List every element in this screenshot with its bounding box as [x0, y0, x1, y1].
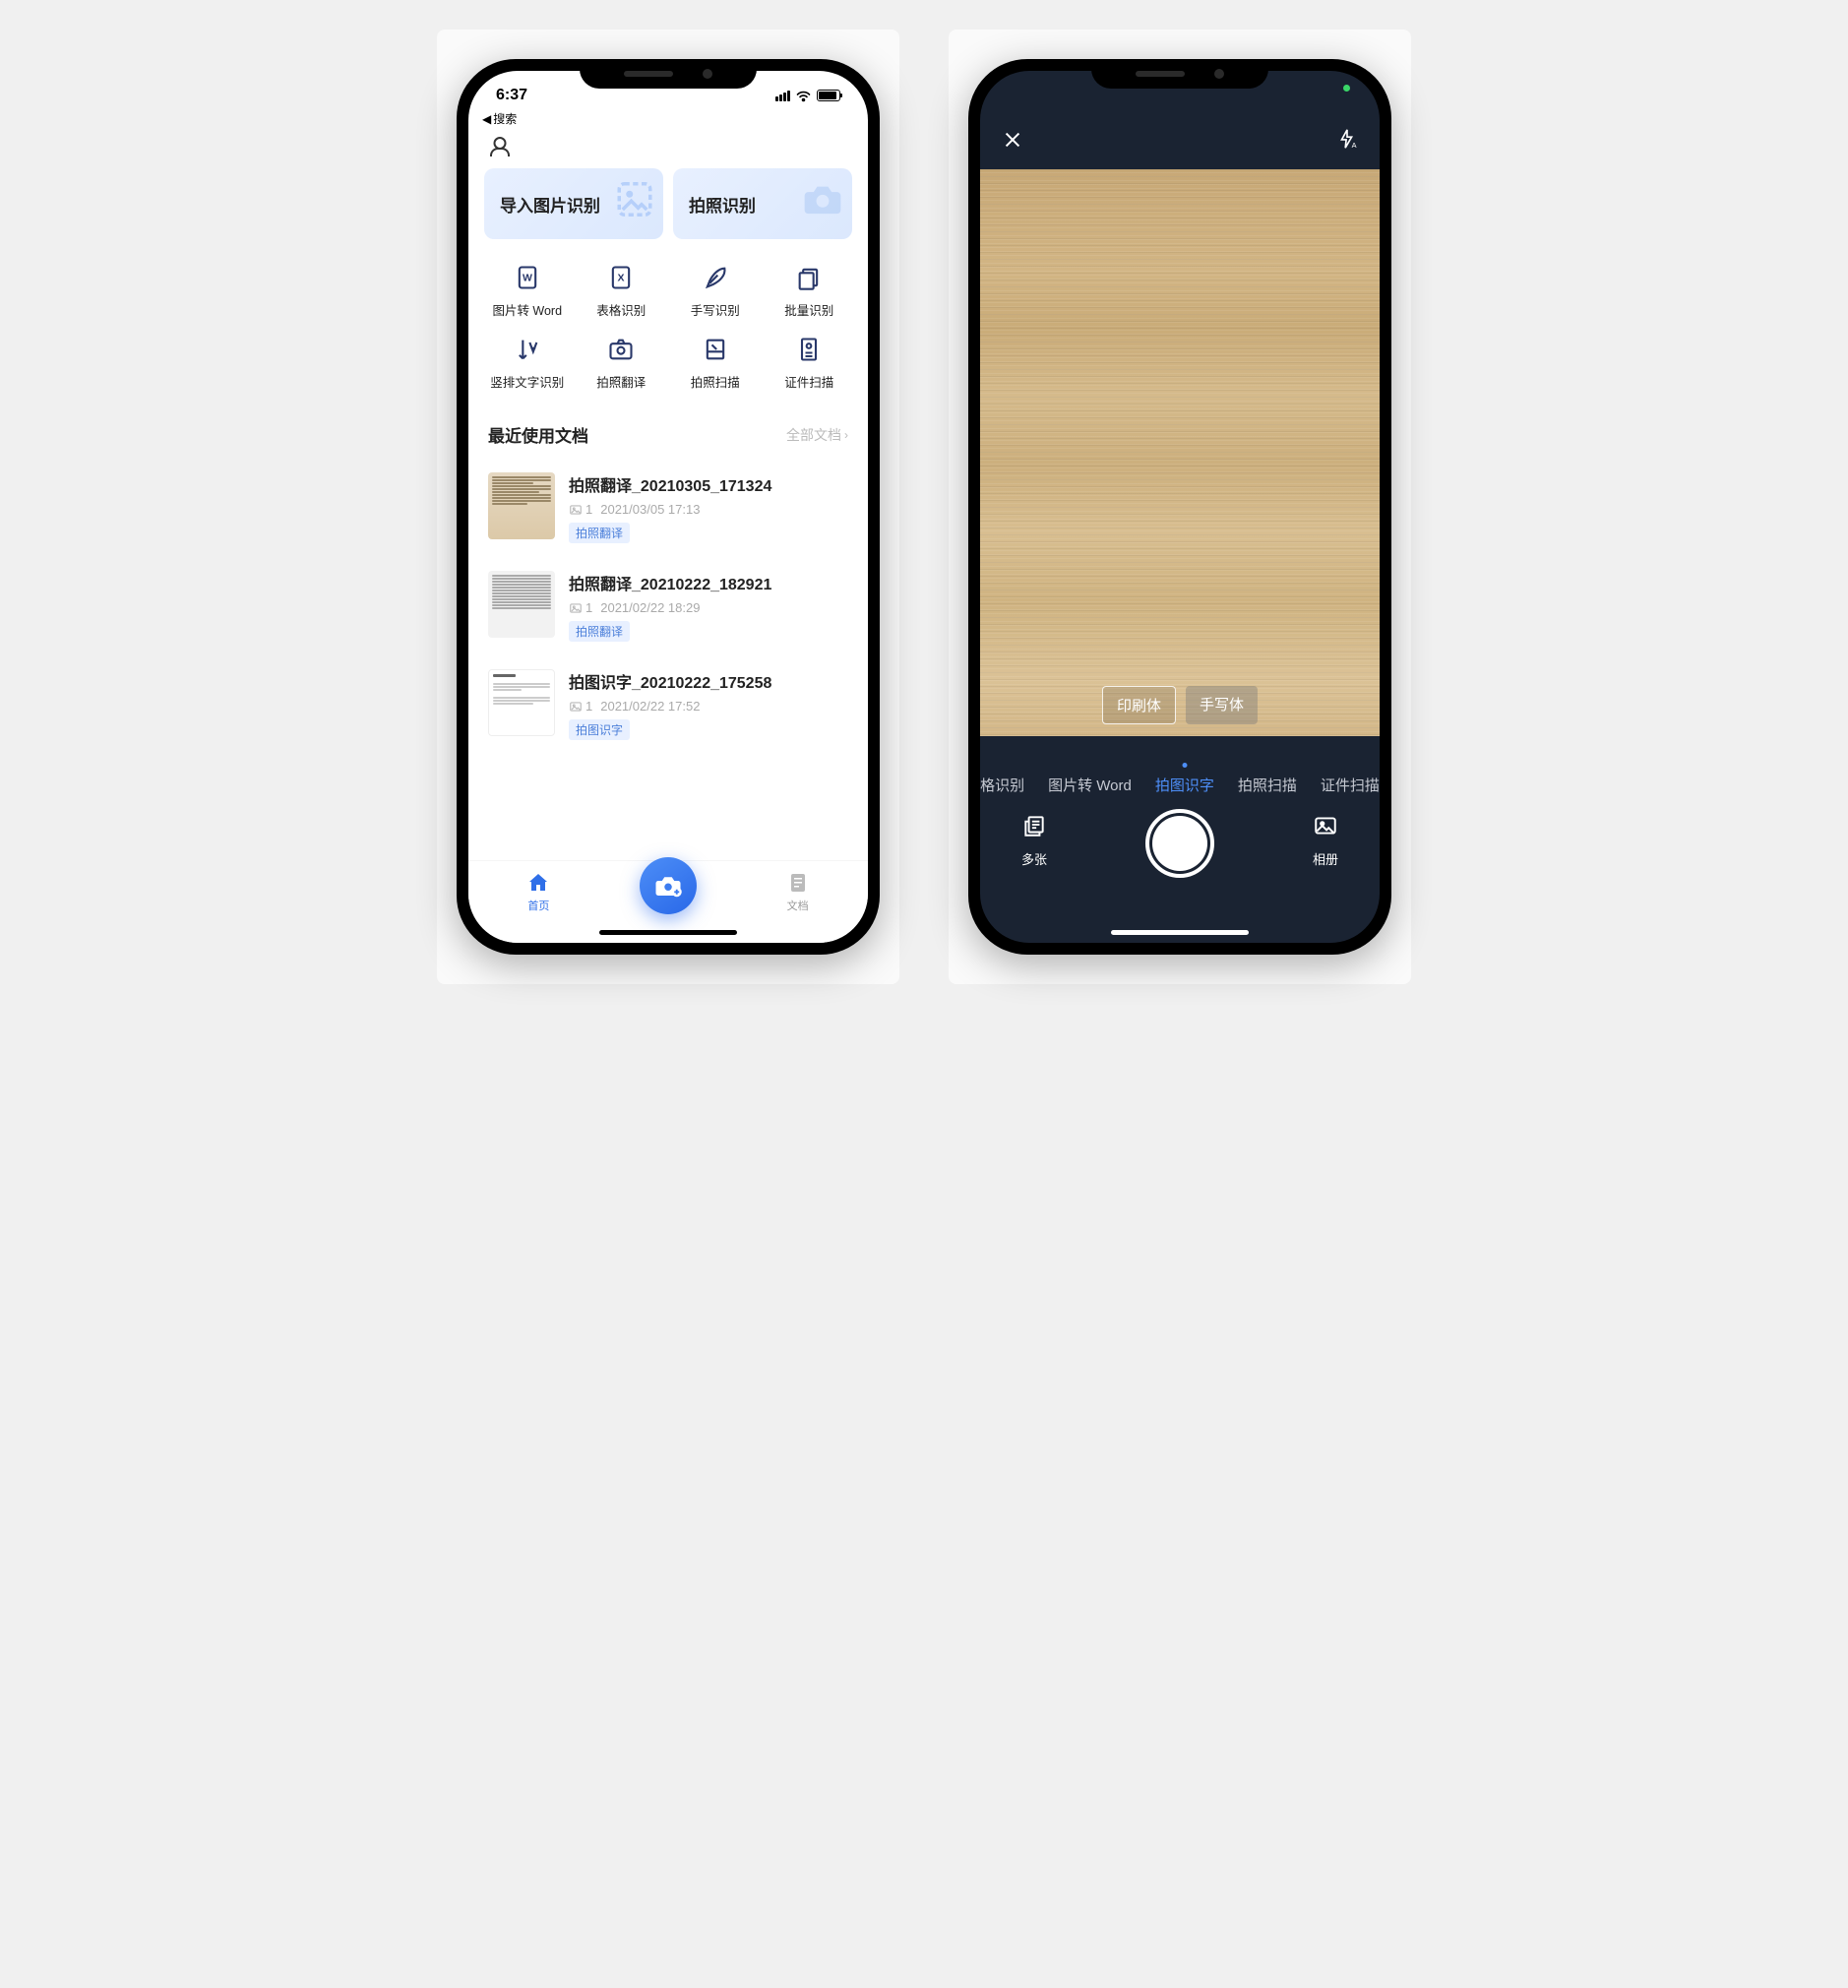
image-icon — [614, 179, 655, 229]
camera-viewfinder[interactable] — [980, 169, 1380, 736]
stack-icon — [794, 263, 824, 292]
doc-title: 拍照翻译_20210305_171324 — [569, 472, 848, 496]
doc-meta: 1 2021/02/22 18:29 — [569, 600, 848, 615]
doc-item[interactable]: 拍照翻译_20210222_182921 1 2021/02/22 18:29 … — [488, 559, 848, 657]
mode-selector[interactable]: 格识别 图片转 Word 拍图识字 拍照扫描 证件扫描 — [980, 757, 1380, 795]
doc-thumbnail — [488, 571, 555, 638]
table-doc-icon: X — [606, 263, 636, 292]
recent-docs-title: 最近使用文档 — [488, 422, 588, 447]
shutter-button[interactable] — [1145, 809, 1214, 878]
gallery-icon — [1313, 813, 1338, 843]
phone-home: 6:37 ◀ 搜索 导入图片识别 拍照识别 — [457, 59, 880, 955]
flash-icon: A — [1336, 127, 1358, 151]
feature-grid: W 图片转 Word X 表格识别 手写识别 批量识别 竖排文字识别 拍照翻 — [468, 255, 868, 416]
doc-item[interactable]: 拍图识字_20210222_175258 1 2021/02/22 17:52 … — [488, 657, 848, 756]
grid-vertical-text[interactable]: 竖排文字识别 — [480, 327, 575, 399]
doc-title: 拍图识字_20210222_175258 — [569, 669, 848, 693]
camera-active-indicator — [1343, 85, 1350, 92]
grid-photo-translate[interactable]: 拍照翻译 — [575, 327, 669, 399]
nav-docs[interactable]: 文档 — [759, 871, 837, 913]
text-type-segment: 印刷体 手写体 — [1102, 686, 1258, 724]
doc-meta: 1 2021/03/05 17:13 — [569, 502, 848, 517]
close-button[interactable] — [1002, 129, 1023, 155]
word-doc-icon: W — [513, 263, 542, 292]
close-icon — [1002, 129, 1023, 151]
flash-button[interactable]: A — [1336, 127, 1358, 155]
svg-text:A: A — [1352, 141, 1357, 150]
mode-ocr[interactable]: 拍图识字 — [1155, 775, 1214, 795]
docs-icon — [786, 871, 810, 895]
card-label: 导入图片识别 — [500, 192, 600, 217]
vertical-text-icon — [513, 335, 542, 364]
wifi-icon — [795, 90, 812, 102]
doc-tag: 拍照翻译 — [569, 621, 630, 642]
doc-item[interactable]: 拍照翻译_20210305_171324 1 2021/03/05 17:13 … — [488, 461, 848, 559]
segment-printed[interactable]: 印刷体 — [1102, 686, 1176, 724]
doc-tag: 拍照翻译 — [569, 523, 630, 543]
mode-table[interactable]: 格识别 — [980, 775, 1024, 795]
album-button[interactable]: 相册 — [1313, 813, 1338, 868]
grid-batch[interactable]: 批量识别 — [763, 255, 857, 327]
segment-handwritten[interactable]: 手写体 — [1186, 686, 1258, 724]
breadcrumb-back[interactable]: ◀ 搜索 — [468, 110, 868, 127]
chevron-left-icon: ◀ — [482, 112, 491, 126]
doc-title: 拍照翻译_20210222_182921 — [569, 571, 848, 594]
doc-list: 拍照翻译_20210305_171324 1 2021/03/05 17:13 … — [468, 461, 868, 756]
status-time: 6:37 — [496, 87, 527, 104]
grid-handwriting[interactable]: 手写识别 — [668, 255, 763, 327]
home-indicator[interactable] — [599, 930, 737, 935]
signal-icon — [775, 91, 790, 101]
notch — [1091, 59, 1268, 89]
nav-home[interactable]: 首页 — [499, 871, 578, 913]
home-icon — [526, 871, 550, 895]
capture-fab[interactable] — [640, 857, 697, 914]
chevron-right-icon: › — [844, 428, 848, 442]
camera-recognize-card[interactable]: 拍照识别 — [673, 168, 852, 239]
svg-text:W: W — [523, 273, 532, 284]
feather-icon — [701, 263, 730, 292]
import-image-card[interactable]: 导入图片识别 — [484, 168, 663, 239]
grid-image-to-word[interactable]: W 图片转 Word — [480, 255, 575, 327]
scan-icon — [701, 335, 730, 364]
home-indicator[interactable] — [1111, 930, 1249, 935]
header — [468, 127, 868, 168]
battery-icon — [817, 90, 840, 101]
card-label: 拍照识别 — [689, 192, 756, 217]
id-card-icon — [794, 335, 824, 364]
multi-capture-button[interactable]: 多张 — [1021, 813, 1047, 868]
svg-text:X: X — [618, 273, 625, 284]
mode-id-scan[interactable]: 证件扫描 — [1321, 775, 1380, 795]
camera-plus-icon — [653, 871, 683, 901]
camera-icon — [801, 178, 844, 230]
grid-id-scan[interactable]: 证件扫描 — [763, 327, 857, 399]
phone-camera: A 印刷体 手写体 格识别 图片转 Word 拍图识字 拍照扫描 证件扫描 多张… — [968, 59, 1391, 955]
stack-icon — [1021, 813, 1047, 843]
grid-table-recognize[interactable]: X 表格识别 — [575, 255, 669, 327]
grid-photo-scan[interactable]: 拍照扫描 — [668, 327, 763, 399]
doc-thumbnail — [488, 472, 555, 539]
doc-tag: 拍图识字 — [569, 719, 630, 740]
profile-icon[interactable] — [488, 135, 512, 158]
camera-translate-icon — [606, 335, 636, 364]
mode-image-to-word[interactable]: 图片转 Word — [1048, 775, 1132, 795]
doc-meta: 1 2021/02/22 17:52 — [569, 699, 848, 714]
mode-scan[interactable]: 拍照扫描 — [1238, 775, 1297, 795]
all-docs-link[interactable]: 全部文档 › — [786, 425, 848, 445]
notch — [580, 59, 757, 89]
doc-thumbnail — [488, 669, 555, 736]
